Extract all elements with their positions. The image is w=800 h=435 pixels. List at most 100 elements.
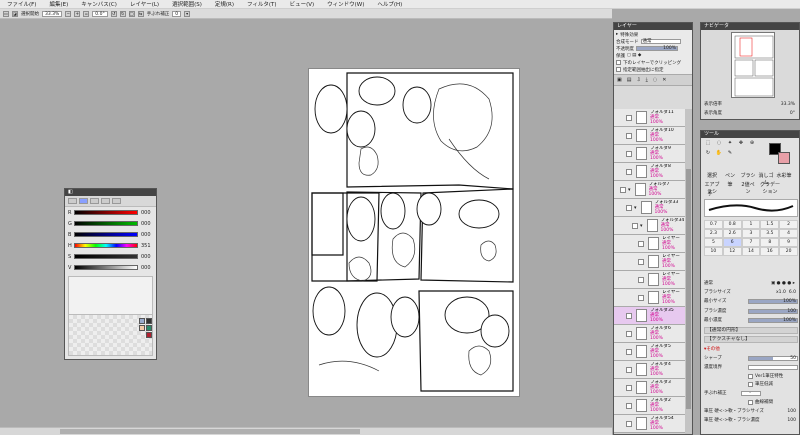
- blend-mode-select[interactable]: 通常: [640, 39, 681, 44]
- advanced-section[interactable]: ▾ その他: [704, 345, 798, 353]
- lasso-tool-icon[interactable]: ◌: [715, 140, 723, 147]
- brush-size-preset[interactable]: 1.5: [760, 220, 780, 229]
- pressure-reduce-checkbox[interactable]: [748, 381, 753, 387]
- sharp-slider[interactable]: 50: [748, 355, 798, 361]
- visibility-toggle-icon[interactable]: [626, 150, 632, 157]
- slider-g-bar[interactable]: [74, 221, 138, 226]
- layer-folder-row[interactable]: ▾ フォルダ34 通常 100%: [614, 217, 686, 235]
- brush-size-preset[interactable]: 12: [722, 247, 742, 256]
- layer-row[interactable]: フォルダ9 通常 100%: [614, 145, 686, 163]
- hsv-slider-tab[interactable]: [90, 198, 99, 204]
- layer-row[interactable]: フォルダ6 通常 100%: [614, 325, 686, 343]
- visibility-toggle-icon[interactable]: [626, 132, 632, 139]
- visibility-toggle-icon[interactable]: [626, 420, 632, 427]
- slider-v-bar[interactable]: [74, 265, 138, 270]
- transfer-icon[interactable]: ⇩: [636, 77, 640, 83]
- brush-size-preset[interactable]: 2.6: [722, 229, 742, 238]
- navigator-preview[interactable]: [731, 32, 775, 98]
- visibility-toggle-icon[interactable]: [626, 312, 632, 319]
- palette-swatch[interactable]: [146, 318, 152, 324]
- layer-scrollbar-thumb[interactable]: [686, 169, 691, 409]
- menu-help[interactable]: ヘルプ(H): [370, 0, 408, 8]
- stabilizer-dropdown-icon[interactable]: ▾: [184, 10, 191, 17]
- zoom-out-icon[interactable]: −: [65, 10, 72, 17]
- tool-fude[interactable]: 筆: [722, 182, 738, 189]
- shape-section[interactable]: 【通常の円形】: [704, 327, 798, 334]
- tool-eraser[interactable]: 消しゴム: [758, 173, 774, 186]
- color-wheel-tab[interactable]: [68, 198, 77, 204]
- angle-field[interactable]: 0.0°: [92, 10, 108, 17]
- palette-swatch[interactable]: [139, 325, 145, 331]
- deselect-button[interactable]: ▭: [3, 10, 9, 17]
- new-layer-icon[interactable]: ▣: [617, 77, 622, 83]
- visibility-toggle-icon[interactable]: [638, 276, 644, 283]
- slider-h[interactable]: H 351: [65, 240, 156, 251]
- slider-s[interactable]: S 000: [65, 251, 156, 262]
- clip-checkbox[interactable]: [616, 60, 621, 65]
- brush-density-slider[interactable]: 100: [748, 308, 798, 314]
- visibility-toggle-icon[interactable]: [620, 186, 626, 193]
- new-folder-icon[interactable]: ▤: [627, 77, 632, 83]
- nav-zoom-value[interactable]: 33.3%: [781, 102, 795, 107]
- pressure-size-value[interactable]: 100: [787, 409, 796, 414]
- visibility-toggle-icon[interactable]: [626, 114, 632, 121]
- visibility-toggle-icon[interactable]: [626, 366, 632, 373]
- brush-size-preset[interactable]: 9: [779, 238, 798, 247]
- tool-pen[interactable]: ペン: [722, 173, 738, 180]
- layer-scrollbar[interactable]: [685, 109, 692, 434]
- slider-b-bar[interactable]: [74, 232, 138, 237]
- nav-angle-value[interactable]: 0°: [790, 111, 795, 116]
- layer-row[interactable]: レイヤー 通常 100%: [614, 235, 686, 253]
- color-panel-titlebar[interactable]: ◧: [65, 189, 156, 196]
- brush-size-row[interactable]: ブラシサイズ x1.0 6.0: [704, 288, 798, 296]
- visibility-toggle-icon[interactable]: [626, 168, 632, 175]
- layer-panel-title[interactable]: レイヤー: [614, 23, 692, 30]
- slider-v[interactable]: V 000: [65, 262, 156, 273]
- layer-row[interactable]: レイヤー 通常 100%: [614, 253, 686, 271]
- opacity-slider[interactable]: 100%: [636, 46, 678, 51]
- delete-layer-icon[interactable]: ✕: [662, 77, 666, 83]
- rotate-left-icon[interactable]: ↺: [110, 10, 117, 17]
- slider-v-value[interactable]: 000: [141, 265, 151, 271]
- horizontal-scrollbar[interactable]: [0, 427, 612, 435]
- menu-edit[interactable]: 編集(E): [42, 0, 74, 8]
- brush-size-mult[interactable]: x1.0: [776, 290, 786, 295]
- layer-row[interactable]: フォルダ35 通常 100%: [614, 307, 686, 325]
- menu-selection[interactable]: 選択範囲(S): [165, 0, 208, 8]
- brush-size-preset[interactable]: 0.8: [722, 220, 742, 229]
- min-density-row[interactable]: 最小濃度 100%: [704, 316, 798, 324]
- menu-file[interactable]: ファイル(F): [0, 0, 42, 8]
- visibility-toggle-icon[interactable]: [638, 294, 644, 301]
- brush-size-preset[interactable]: 0.7: [704, 220, 723, 229]
- folder-expand-icon[interactable]: ▾: [628, 187, 631, 193]
- nav-angle-row[interactable]: 表示角度 0°: [704, 110, 798, 117]
- rotate-tool-icon[interactable]: ↻: [704, 150, 712, 157]
- tool-brush[interactable]: ブラシ: [740, 173, 756, 180]
- brush-size-preset[interactable]: 5: [704, 238, 723, 247]
- brush-size-preset[interactable]: 6: [722, 238, 742, 247]
- tool-airbrush[interactable]: エアブラシ: [704, 182, 720, 195]
- tool-hand[interactable]: 手: [704, 191, 716, 198]
- min-size-row[interactable]: 最小サイズ 100%: [704, 297, 798, 305]
- slider-r-value[interactable]: 000: [141, 210, 151, 216]
- slider-r[interactable]: R 000: [65, 207, 156, 218]
- folder-expand-icon[interactable]: ▾: [634, 205, 637, 211]
- texture-section[interactable]: 【テクスチャなし】: [704, 336, 798, 343]
- slider-s-bar[interactable]: [74, 254, 138, 259]
- tool-mode-value[interactable]: 通常: [704, 280, 713, 286]
- slider-h-bar[interactable]: [74, 243, 138, 248]
- curve-interp-row[interactable]: 曲線補間: [704, 398, 798, 406]
- protect-icons[interactable]: ◻ ▤ ◆: [627, 53, 641, 58]
- brush-size-preset[interactable]: 2.3: [704, 229, 723, 238]
- menu-filter[interactable]: フィルタ(T): [240, 0, 283, 8]
- density-trim-slider[interactable]: [748, 364, 798, 370]
- effects-row[interactable]: ▸ 特殊効果: [616, 31, 690, 38]
- tool-panel-title[interactable]: ツール: [701, 131, 799, 138]
- folder-expand-icon[interactable]: ▾: [640, 223, 643, 229]
- rotate-right-icon[interactable]: ↻: [119, 10, 126, 17]
- brush-shape-preview[interactable]: [704, 199, 798, 217]
- rgb-slider-tab[interactable]: [79, 198, 88, 204]
- brush-size-preset[interactable]: 3: [741, 229, 761, 238]
- tool-select[interactable]: 選択: [704, 173, 720, 180]
- palette-swatch[interactable]: [146, 325, 152, 331]
